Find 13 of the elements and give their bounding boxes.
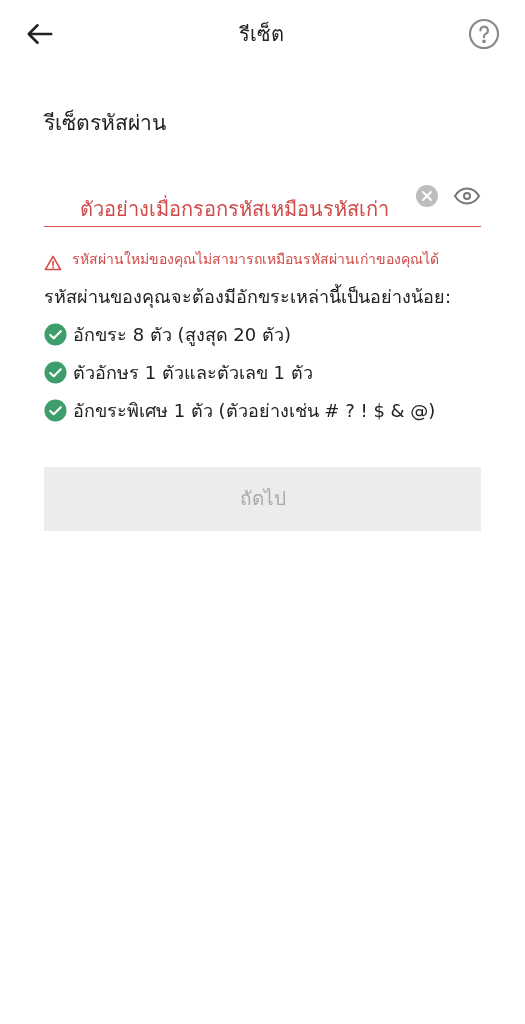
eye-icon <box>453 185 481 206</box>
requirement-text: อักขระพิเศษ 1 ตัว (ตัวอย่างเช่น # ? ! $ & @) <box>73 398 437 423</box>
requirements-intro: รหัสผ่านของคุณจะต้องมีอักขระเหล่านี้เป็นอย่างน้อย: <box>44 283 453 310</box>
help-icon <box>468 18 500 50</box>
requirement-text: ตัวอักษร 1 ตัวและตัวเลข 1 ตัว <box>73 360 314 385</box>
requirement-text: อักขระ 8 ตัว (สูงสุด 20 ตัว) <box>73 322 292 348</box>
error-message: รหัสผ่านใหม่ของคุณไม่สามารถเหมือนรหัสผ่านเก่าของคุณได้ <box>72 249 439 270</box>
clear-icon <box>415 183 439 208</box>
screen-title: รีเซ็ต <box>239 20 284 48</box>
password-field[interactable]: ตัวอย่างเมื่อกรอกรหัสเหมือนรหัสเก่า <box>44 183 481 227</box>
warning-icon <box>44 254 62 271</box>
page-title: รีเซ็ตรหัสผ่าน <box>44 108 167 137</box>
help-button[interactable] <box>467 17 501 51</box>
